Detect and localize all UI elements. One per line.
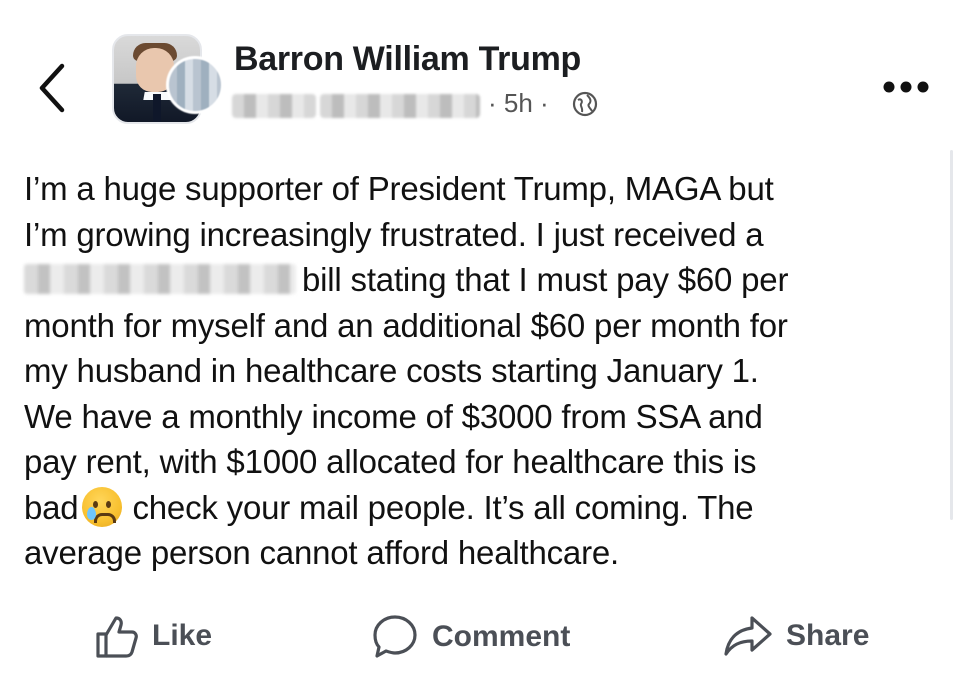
post-line-text: bill stating that I must pay $60 per [302,261,789,298]
post-time[interactable]: · 5h · [488,88,549,119]
redacted-group-name [232,94,316,118]
author-avatar[interactable] [112,34,224,126]
like-label: Like [152,619,213,652]
post-line: I’m a huge supporter of President Trump,… [24,170,774,207]
post-line: bill stating that I must pay $60 per [24,257,944,303]
post-line: average person cannot afford healthcare. [24,534,619,571]
post-line: month for myself and an additional $60 p… [24,306,788,344]
more-horizontal-icon [883,81,929,93]
author-name[interactable]: Barron William Trump [234,40,581,79]
like-button[interactable]: Like [92,612,212,660]
share-icon [724,616,772,656]
globe-icon [572,91,598,117]
post-body: I’m a huge supporter of President Trump,… [24,166,944,576]
back-button[interactable] [34,60,74,116]
crying-face-icon [82,486,123,527]
post-line-text: check your mail people. It’s all coming.… [132,488,754,526]
share-label: Share [786,619,870,652]
more-options-button[interactable] [882,78,930,96]
blurred-group-avatar [166,56,224,114]
avatar-tie [153,94,161,122]
post-actions: Like Comment Share [0,600,960,675]
post-header: Barron William Trump · 5h · [0,0,960,150]
redacted-text [24,264,296,294]
share-button[interactable]: Share [722,612,869,660]
comment-button[interactable]: Comment [370,612,570,662]
post-line: We have a monthly income of $3000 from S… [24,397,763,435]
scrollbar[interactable] [950,150,953,520]
redacted-group-name-2 [320,94,480,118]
thumbs-up-icon [96,616,138,658]
post-line: I’m growing increasingly frustrated. I j… [24,215,764,253]
post-line: pay rent, with $1000 allocated for healt… [24,443,757,480]
post-line: bad check your mail people. It’s all comi… [24,485,944,531]
comment-label: Comment [432,620,571,653]
post-line-text: bad [24,488,79,526]
chevron-left-icon [39,63,65,113]
post-line: my husband in healthcare costs starting … [24,352,759,389]
comment-icon [373,615,417,658]
